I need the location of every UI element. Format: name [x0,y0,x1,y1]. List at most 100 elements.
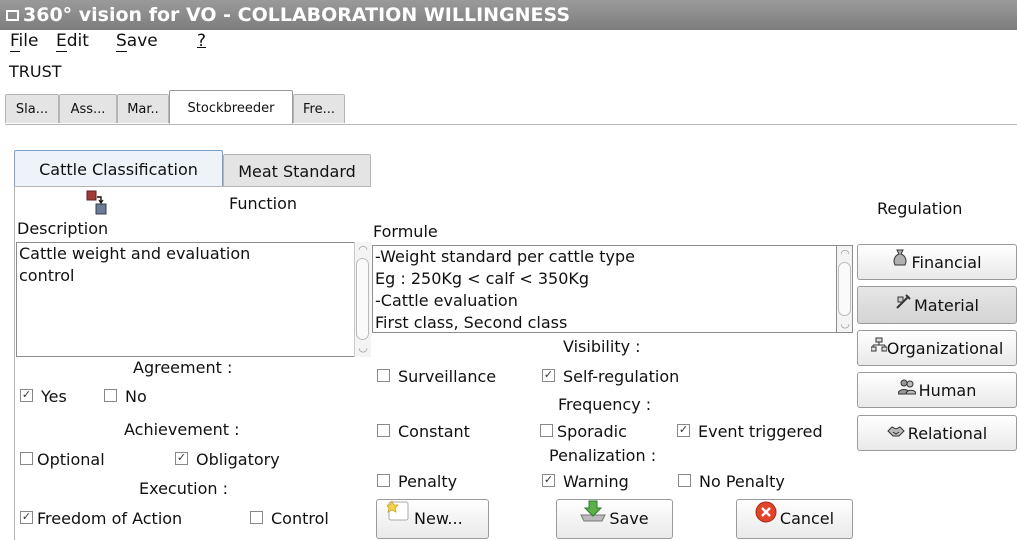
description-label: Description [17,219,109,238]
menu-help[interactable]: ? [197,30,206,52]
checkbox-checked-icon: ✓ [20,388,33,402]
visibility-label: Visibility : [563,337,641,356]
frequency-label: Frequency : [558,395,652,414]
regulation-relational-label: Relational [907,424,988,443]
tab-actor-1[interactable]: Sla... [5,94,59,123]
execution-control-checkbox[interactable]: Control [250,509,329,529]
menu-edit-mnemonic [56,51,67,52]
menu-edit[interactable]: Edit [56,30,89,52]
menu-file-mnemonic [10,51,20,52]
window-titlebar: 360° vision for VO - COLLABORATION WILLI… [0,0,1017,30]
achievement-optional-label: Optional [37,450,105,469]
agreement-label: Agreement : [133,358,233,377]
regulation-financial-label: Financial [911,253,982,272]
achievement-obligatory-label: Obligatory [196,450,280,469]
frequency-constant-checkbox[interactable]: Constant [377,422,470,442]
tab-actor-stockbreeder[interactable]: Stockbreeder [169,90,293,124]
new-button-label: New... [414,509,463,528]
checkbox-checked-icon: ✓ [20,510,33,524]
formule-scrollbar[interactable]: ◠ ◡ [836,245,853,333]
checkbox-icon [377,474,390,487]
agreement-no-label: No [125,387,147,406]
penalization-penalty-checkbox[interactable]: Penalty [377,472,457,492]
menu-file-label: File [10,31,39,51]
tab-actor-3[interactable]: Mar.. [117,94,169,123]
cancel-button-label: Cancel [779,509,835,528]
regulation-organizational-label: Organizational [886,339,1004,358]
handshake-icon [887,415,905,450]
checkbox-checked-icon: ✓ [677,423,690,437]
tab-actor-5[interactable]: Fre... [293,94,345,123]
tab-actor-2[interactable]: Ass... [59,94,117,123]
checkbox-checked-icon: ✓ [175,451,188,465]
function-label: Function [229,194,298,213]
menu-save-label: Save [116,31,158,51]
penalization-nopenalty-label: No Penalty [699,472,785,491]
scroll-down-icon[interactable]: ◡ [355,340,371,356]
visibility-surveillance-label: Surveillance [398,367,497,386]
tab-cattle-classification[interactable]: Cattle Classification [14,150,223,187]
description-textarea[interactable]: Cattle weight and evaluation control [16,242,355,357]
penalization-penalty-label: Penalty [398,472,458,491]
regulation-human-button[interactable]: Human [857,372,1017,408]
penalization-warning-checkbox[interactable]: ✓ Warning [542,472,629,492]
menu-save-mnemonic [116,51,127,52]
formule-label: Formule [373,222,438,241]
frequency-constant-label: Constant [398,422,470,441]
new-button[interactable]: New... [376,499,489,539]
description-scrollbar[interactable]: ◠ ◡ [354,242,371,357]
checkbox-icon [678,474,691,487]
penalization-warning-label: Warning [563,472,629,491]
achievement-obligatory-checkbox[interactable]: ✓ Obligatory [175,450,280,470]
frequency-sporadic-checkbox[interactable]: Sporadic [540,422,627,442]
people-icon [897,372,917,407]
cancel-button[interactable]: Cancel [736,499,853,539]
scroll-up-icon[interactable]: ◠ [355,242,371,258]
penalization-label: Penalization : [549,446,657,465]
regulation-label: Regulation [877,199,963,218]
scroll-up-icon[interactable]: ◠ [837,246,853,262]
scroll-down-icon[interactable]: ◡ [837,316,853,332]
penalization-nopenalty-checkbox[interactable]: No Penalty [678,472,785,492]
regulation-human-label: Human [918,381,977,400]
checkbox-icon [104,389,117,402]
visibility-surveillance-checkbox[interactable]: Surveillance [377,367,496,387]
window-icon[interactable] [6,10,19,21]
scroll-thumb[interactable] [838,262,851,316]
cancel-icon [755,499,777,537]
achievement-label: Achievement : [124,420,240,439]
checkbox-checked-icon: ✓ [542,368,555,382]
save-button[interactable]: Save [556,499,673,539]
menu-save[interactable]: Save [116,30,158,52]
checkbox-icon [377,369,390,382]
frequency-event-checkbox[interactable]: ✓ Event triggered [677,422,823,442]
menu-bar: File Edit Save ? [0,30,1017,56]
agreement-yes-checkbox[interactable]: ✓ Yes [20,387,67,407]
checkbox-icon [20,452,33,465]
regulation-organizational-button[interactable]: Organizational [857,330,1017,366]
org-chart-icon [870,330,888,365]
menu-help-label: ? [197,31,207,51]
frequency-sporadic-label: Sporadic [557,422,627,441]
tab-meat-standard[interactable]: Meat Standard [223,154,371,187]
visibility-selfregulation-label: Self-regulation [563,367,680,386]
execution-freedom-checkbox[interactable]: ✓ Freedom of Action [20,509,182,529]
tools-icon [895,286,911,323]
regulation-financial-button[interactable]: Financial [857,244,1017,280]
rule-tabs: Cattle Classification Meat Standard [14,150,374,187]
formule-textarea[interactable]: -Weight standard per cattle type Eg : 25… [372,245,836,333]
checkbox-checked-icon: ✓ [542,473,555,487]
agreement-no-checkbox[interactable]: No [104,387,147,407]
regulation-material-button[interactable]: Material [857,286,1017,324]
tab-divider [5,124,1017,125]
regulation-relational-button[interactable]: Relational [857,415,1017,451]
scroll-thumb[interactable] [356,258,369,340]
function-icon [85,190,111,218]
agreement-yes-label: Yes [41,387,67,406]
frequency-event-label: Event triggered [698,422,823,441]
execution-label: Execution : [139,479,228,498]
checkbox-icon [250,511,263,524]
visibility-selfregulation-checkbox[interactable]: ✓ Self-regulation [542,367,679,387]
menu-file[interactable]: File [10,30,38,52]
achievement-optional-checkbox[interactable]: Optional [20,450,105,470]
